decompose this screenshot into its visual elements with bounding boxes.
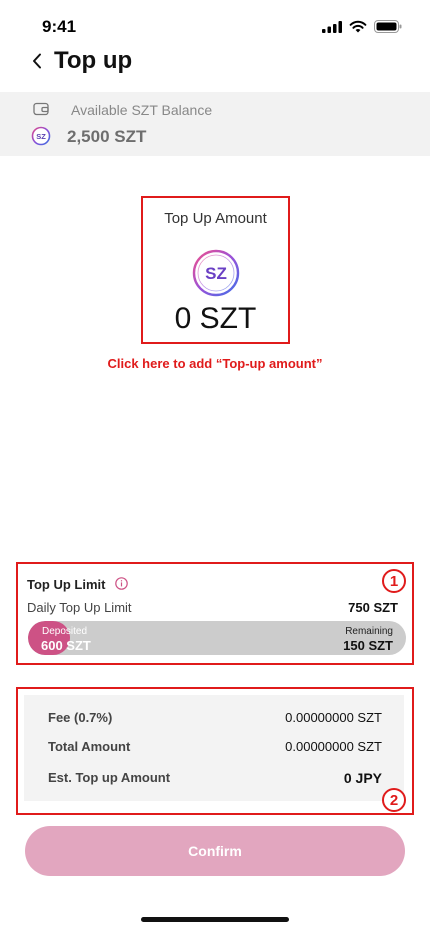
- est-top-up-value: 0 JPY: [343, 770, 382, 786]
- daily-limit-value: 750 SZT: [348, 600, 398, 615]
- total-amount-value: 0.00000000 SZT: [285, 739, 382, 754]
- fee-summary-panel: Fee (0.7%) 0.00000000 SZT Total Amount 0…: [24, 695, 404, 801]
- est-top-up-row: Est. Top up Amount 0 JPY: [24, 770, 404, 790]
- confirm-button[interactable]: Confirm: [25, 826, 405, 876]
- signal-icon: [322, 20, 342, 33]
- annotation-badge-2: 2: [382, 788, 406, 812]
- fee-row: Fee (0.7%) 0.00000000 SZT: [24, 710, 404, 730]
- fee-summary-section: Fee (0.7%) 0.00000000 SZT Total Amount 0…: [16, 687, 414, 815]
- deposited-value: 600 SZT: [41, 638, 91, 653]
- top-up-amount-button[interactable]: Top Up Amount SZ 0 SZT: [141, 196, 290, 344]
- coin-glyph-large: SZ: [205, 264, 227, 283]
- top-up-limit-title: Top Up Limit: [27, 577, 106, 592]
- daily-limit-label: Daily Top Up Limit: [27, 600, 132, 615]
- header: Top up: [0, 44, 430, 80]
- remaining-label: Remaining: [345, 626, 393, 637]
- est-top-up-label: Est. Top up Amount: [48, 770, 171, 785]
- fee-value: 0.00000000 SZT: [285, 710, 382, 725]
- top-up-amount-value: 0 SZT: [174, 302, 257, 335]
- szt-coin-icon: SZ: [31, 126, 51, 146]
- coin-glyph-small: SZ: [36, 132, 46, 141]
- top-up-limit-section: Top Up Limit 1 Daily Top Up Limit 750 SZ…: [16, 562, 414, 665]
- balance-value: 2,500 SZT: [67, 127, 147, 146]
- szt-coin-large-icon: SZ: [192, 249, 240, 297]
- page-title: Top up: [54, 47, 133, 74]
- chevron-left-icon: [33, 53, 41, 69]
- fee-label: Fee (0.7%): [48, 710, 113, 725]
- limit-progress-bar: Deposited 600 SZT Remaining 150 SZT: [28, 621, 406, 655]
- remaining-value: 150 SZT: [343, 638, 393, 653]
- back-button[interactable]: [26, 50, 48, 72]
- wallet-icon: [33, 102, 49, 116]
- top-up-amount-label: Top Up Amount: [164, 210, 267, 227]
- status-bar: 9:41: [0, 0, 430, 48]
- annotation-badge-1: 1: [382, 569, 406, 593]
- home-indicator: [141, 917, 289, 922]
- total-amount-label: Total Amount: [48, 739, 131, 754]
- status-time: 9:41: [42, 17, 77, 36]
- total-amount-row: Total Amount 0.00000000 SZT: [24, 739, 404, 759]
- balance-label: Available SZT Balance: [71, 102, 213, 118]
- battery-icon: [374, 20, 402, 33]
- wifi-icon: [349, 20, 367, 33]
- balance-panel: Available SZT Balance 2,500 SZT: [0, 92, 430, 156]
- top-up-hint: Click here to add “Top-up amount”: [107, 356, 323, 371]
- info-icon[interactable]: [115, 577, 128, 590]
- status-icons: [322, 20, 402, 33]
- deposited-label: Deposited: [42, 626, 88, 637]
